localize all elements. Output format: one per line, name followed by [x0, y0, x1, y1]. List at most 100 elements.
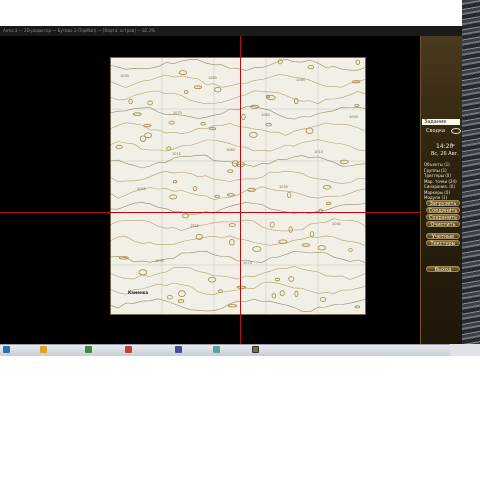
contour-line	[110, 58, 366, 71]
weather-icon[interactable]	[451, 128, 461, 134]
hill-contour	[348, 247, 353, 252]
hill-contour	[241, 113, 246, 121]
hill-contour	[214, 87, 222, 93]
elevation-label: 1040	[332, 222, 341, 226]
hill-contour	[177, 299, 185, 303]
contour-line	[110, 74, 366, 88]
panel-header: Задание	[422, 119, 460, 125]
hill-contour	[249, 132, 258, 138]
elevation-label: 1035	[155, 259, 164, 263]
intel-label[interactable]: Сводка	[426, 128, 445, 134]
elevation-label: 1065	[296, 78, 305, 82]
folder-icon[interactable]	[213, 346, 220, 353]
elevation-label: 1085	[208, 76, 217, 80]
elevation-label: 1025	[190, 224, 199, 228]
exit-button[interactable]: Выход	[426, 266, 460, 273]
contour-line	[110, 298, 366, 313]
clear-button[interactable]: Очистить	[426, 221, 460, 228]
taskbar	[0, 344, 462, 356]
elevation-label: 1030	[120, 74, 129, 78]
hill-contour	[169, 194, 178, 200]
entity-count-list: Объекты (1) Группы (1) Триггеры (0) Мар.…	[424, 162, 457, 201]
hill-contour	[317, 245, 326, 251]
hill-contour	[286, 191, 292, 198]
contour-line	[110, 170, 366, 184]
merge-button[interactable]: Соединить	[426, 207, 460, 214]
mission-date[interactable]: Вс, 26 Авг.	[431, 151, 459, 157]
mail-icon[interactable]	[125, 346, 132, 353]
contour-line	[110, 106, 366, 120]
hill-contour	[355, 59, 360, 66]
hill-contour	[293, 98, 299, 105]
town-label: Каменка	[128, 290, 149, 295]
contour-line	[110, 218, 366, 232]
hill-contour	[279, 290, 285, 297]
start-icon[interactable]	[3, 346, 10, 353]
hill-contour	[183, 90, 189, 94]
hill-contour	[354, 104, 360, 107]
hill-contour	[178, 70, 188, 76]
explorer-icon[interactable]	[40, 346, 47, 353]
hill-contour	[271, 293, 277, 299]
hill-contour	[301, 243, 310, 247]
hill-contour	[181, 213, 189, 219]
count-sync[interactable]: Синхрониз. (0)	[424, 184, 457, 190]
elevation-label: 1070	[243, 261, 252, 265]
hill-contour	[274, 277, 280, 282]
elevation-label: 1090	[349, 115, 358, 119]
hill-contour	[288, 226, 293, 233]
elevation-label: 1045	[137, 187, 146, 191]
hill-contour	[320, 297, 327, 302]
hill-contour	[265, 122, 272, 127]
hill-contour	[200, 121, 206, 126]
contour-line	[110, 235, 366, 247]
hill-contour	[354, 305, 360, 309]
elevation-label: 1075	[173, 111, 182, 115]
hill-contour	[277, 59, 283, 65]
hill-contour	[166, 146, 172, 151]
game-icon[interactable]	[252, 346, 259, 353]
hill-contour	[229, 238, 235, 246]
hill-contour	[128, 98, 133, 105]
hill-contour	[208, 127, 217, 131]
hill-contour	[214, 194, 220, 199]
hill-contour	[172, 180, 178, 184]
hill-contour	[178, 290, 186, 297]
load-button[interactable]: Загрузить	[426, 200, 460, 207]
hill-contour	[166, 294, 173, 300]
desktop-wallpaper	[462, 0, 480, 356]
hill-contour	[265, 94, 270, 99]
hill-contour	[138, 269, 148, 276]
hill-contour	[294, 290, 299, 297]
media-icon[interactable]	[175, 346, 182, 353]
browser-icon[interactable]	[85, 346, 92, 353]
hill-contour	[325, 201, 332, 206]
elevation-label: 1080	[261, 113, 270, 117]
topographic-map[interactable]: 1030 1075 1060 1055 1040 1035 1085 1080 1010 1045…	[110, 57, 366, 315]
hill-contour	[269, 221, 275, 228]
hill-contour	[194, 85, 203, 90]
textures-button[interactable]: Текстуры	[426, 240, 460, 247]
map-contours: 1030 1075 1060 1055 1040 1035 1085 1080 1010 1045…	[110, 57, 366, 315]
hill-contour	[322, 185, 332, 190]
elevation-label: 1060	[226, 148, 235, 152]
contour-line	[110, 139, 366, 152]
elevation-label: 1055	[279, 185, 288, 189]
save-button[interactable]: Сохранить	[426, 214, 460, 221]
mission-time-seconds: 00	[451, 143, 455, 147]
hill-contour	[236, 285, 247, 289]
elevation-label: 1015	[172, 152, 181, 156]
contour-line	[110, 266, 366, 280]
hill-contour	[132, 112, 142, 116]
elevation-label: 1010	[314, 150, 323, 154]
hill-contour	[227, 304, 238, 308]
hill-contour	[309, 231, 315, 238]
hill-contour	[307, 65, 315, 70]
hill-contour	[115, 144, 123, 150]
hill-contour	[168, 120, 175, 125]
hill-contour	[208, 276, 217, 283]
accounts-button[interactable]: Учетные	[426, 233, 460, 240]
hill-contour	[143, 124, 152, 128]
hill-contour	[226, 193, 235, 197]
system-tray[interactable]	[450, 344, 480, 356]
